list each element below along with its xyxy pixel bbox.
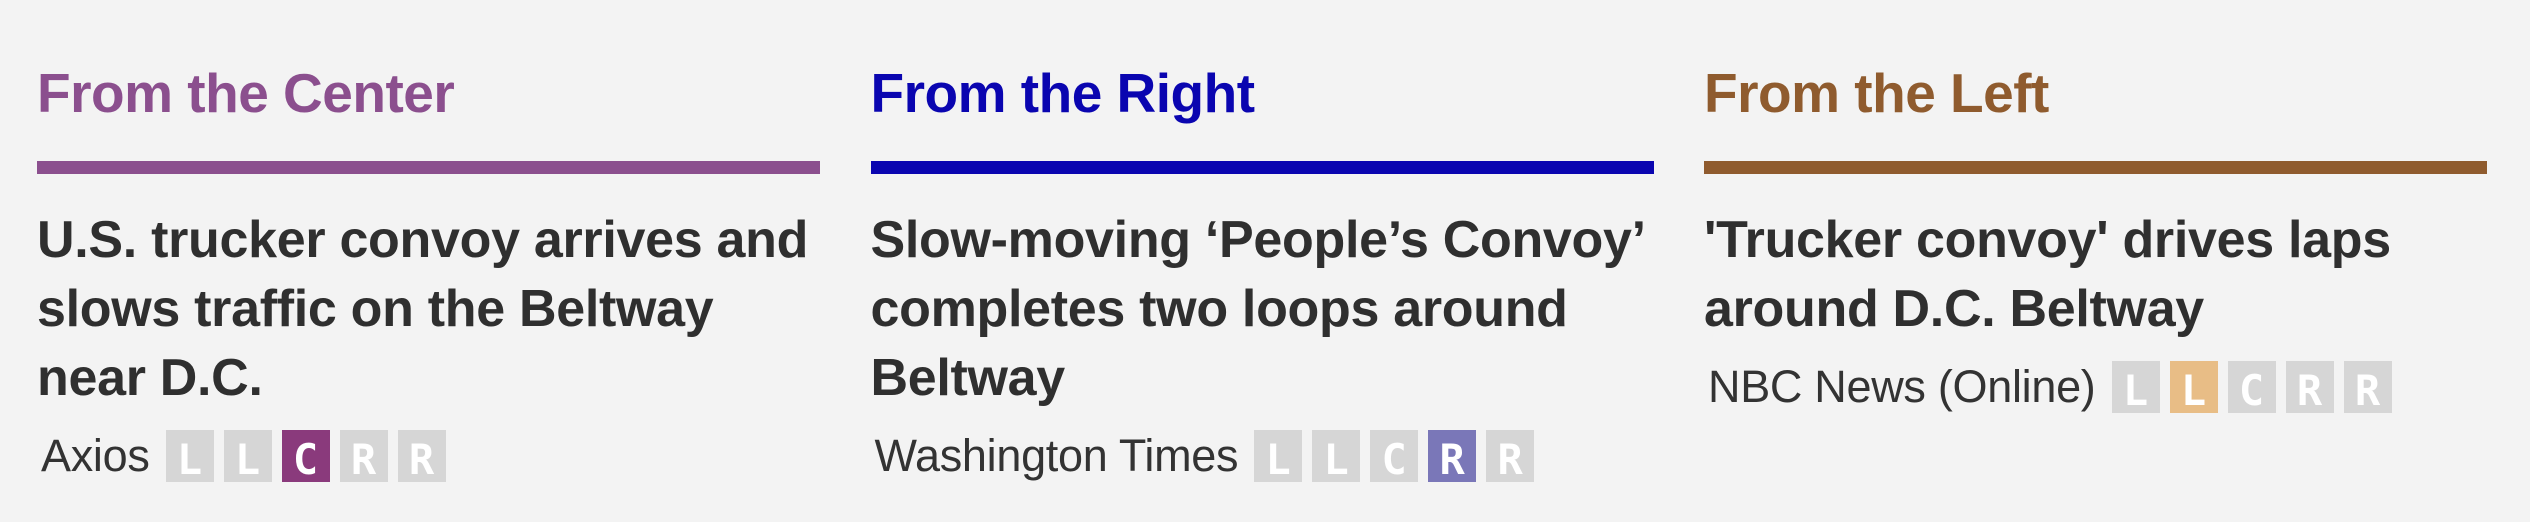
bias-box-left: L bbox=[2111, 361, 2160, 415]
headline-link-right[interactable]: Slow-moving ‘People’s Convoy’ completes … bbox=[871, 206, 1654, 413]
source-link-right[interactable]: Washington Times bbox=[875, 430, 1239, 482]
column-heading-center: From the Center bbox=[37, 62, 455, 124]
bias-rating-left[interactable]: L L C R R bbox=[2111, 361, 2392, 415]
column-center: From the Center U.S. trucker convoy arri… bbox=[37, 0, 820, 522]
column-divider-left bbox=[1704, 161, 2487, 174]
column-heading-right: From the Right bbox=[870, 62, 1256, 124]
column-left: From the Left 'Trucker convoy' drives la… bbox=[1704, 0, 2487, 522]
source-link-left[interactable]: NBC News (Online) bbox=[1708, 361, 2096, 413]
column-right: From the Right Slow-moving ‘People’s Con… bbox=[870, 0, 1654, 522]
column-divider-right bbox=[870, 161, 1654, 174]
perspectives-row: From the Center U.S. trucker convoy arri… bbox=[37, 0, 2487, 522]
headline-link-center[interactable]: U.S. trucker convoy arrives and slows tr… bbox=[37, 206, 820, 413]
column-heading-left: From the Left bbox=[1704, 62, 2049, 124]
bias-box-lean-left: L bbox=[1312, 430, 1361, 484]
bias-box-lean-right: R bbox=[339, 430, 388, 484]
bias-box-left: L bbox=[165, 430, 214, 484]
bias-box-center: C bbox=[2227, 361, 2276, 415]
headline-link-left[interactable]: 'Trucker convoy' drives laps around D.C.… bbox=[1704, 206, 2487, 344]
source-link-center[interactable]: Axios bbox=[41, 430, 150, 482]
bias-box-center: C bbox=[281, 430, 330, 484]
bias-box-right: R bbox=[1486, 430, 1535, 484]
bias-box-lean-right: R bbox=[1428, 430, 1477, 484]
bias-rating-center[interactable]: L L C R R bbox=[165, 430, 446, 484]
bias-box-left: L bbox=[1254, 430, 1303, 484]
bias-box-lean-left: L bbox=[223, 430, 272, 484]
bias-box-center: C bbox=[1370, 430, 1419, 484]
bias-box-right: R bbox=[2343, 361, 2392, 415]
bias-box-lean-right: R bbox=[2285, 361, 2334, 415]
source-row-center: Axios L L C R R bbox=[37, 429, 820, 484]
bias-box-right: R bbox=[397, 430, 446, 484]
bias-rating-right[interactable]: L L C R R bbox=[1254, 430, 1535, 484]
column-divider-center bbox=[37, 161, 820, 174]
source-row-right: Washington Times L L C R R bbox=[871, 429, 1654, 484]
bias-box-lean-left: L bbox=[2169, 361, 2218, 415]
source-row-left: NBC News (Online) L L C R R bbox=[1704, 360, 2487, 415]
